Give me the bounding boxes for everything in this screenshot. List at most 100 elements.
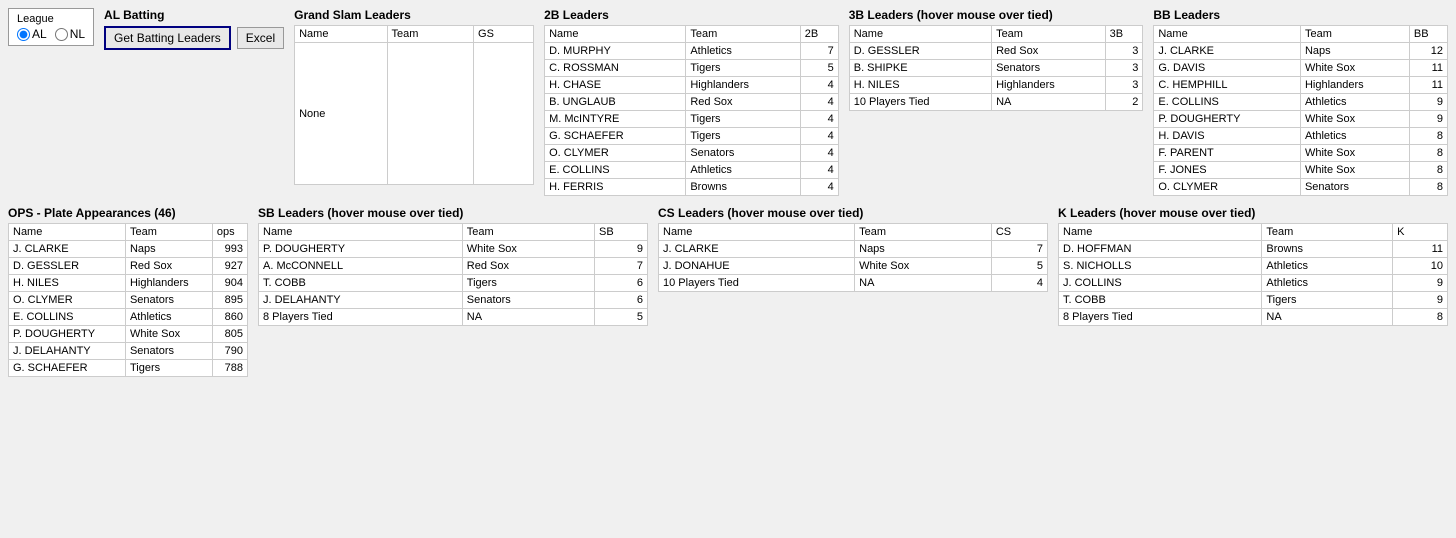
row-name: H. DAVIS	[1154, 128, 1301, 145]
grand-slam-section: Grand Slam Leaders Name Team GS None	[294, 8, 534, 185]
gs-col-gs: GS	[474, 26, 534, 43]
table-row: J. DELAHANTYSenators6	[259, 292, 648, 309]
row-val: 788	[212, 360, 247, 377]
row-team: Naps	[125, 241, 212, 258]
table-row: O. CLYMERSenators895	[9, 292, 248, 309]
radio-nl-input[interactable]	[55, 28, 68, 41]
row-name: E. COLLINS	[1154, 94, 1301, 111]
row-name: H. CHASE	[545, 77, 686, 94]
table-row: J. DELAHANTYSenators790	[9, 343, 248, 360]
row-name: H. FERRIS	[545, 179, 686, 196]
row-name: O. CLYMER	[9, 292, 126, 309]
table-row: G. SCHAEFERTigers4	[545, 128, 839, 145]
sb-col-name: Name	[259, 224, 463, 241]
row-val: 7	[595, 258, 648, 275]
cs-table: Name Team CS J. CLARKENaps7J. DONAHUEWhi…	[658, 223, 1048, 292]
row-name: A. McCONNELL	[259, 258, 463, 275]
row-name: P. DOUGHERTY	[1154, 111, 1301, 128]
row-team: Highlanders	[686, 77, 800, 94]
row-name: E. COLLINS	[545, 162, 686, 179]
row-team: Athletics	[125, 309, 212, 326]
row-val: 5	[991, 258, 1047, 275]
row-name: G. SCHAEFER	[545, 128, 686, 145]
row-name: H. NILES	[9, 275, 126, 292]
row-team: NA	[992, 94, 1106, 111]
grand-slam-table: Name Team GS None	[294, 25, 534, 185]
row-name: G. SCHAEFER	[9, 360, 126, 377]
row-team: Senators	[125, 343, 212, 360]
table-row: 8 Players TiedNA5	[259, 309, 648, 326]
table-row: S. NICHOLLSAthletics10	[1059, 258, 1448, 275]
league-label: League	[17, 13, 85, 25]
row-name: J. DELAHANTY	[259, 292, 463, 309]
table-row: H. NILESHighlanders904	[9, 275, 248, 292]
table-row: J. DONAHUEWhite Sox5	[659, 258, 1048, 275]
table-row: O. CLYMERSenators4	[545, 145, 839, 162]
table-row: H. CHASEHighlanders4	[545, 77, 839, 94]
row-val: 9	[1409, 111, 1447, 128]
row-name: G. DAVIS	[1154, 60, 1301, 77]
row-val: 4	[800, 145, 838, 162]
row-val: 8	[1409, 179, 1447, 196]
table-row: H. NILESHighlanders3	[849, 77, 1143, 94]
table-row: C. HEMPHILLHighlanders11	[1154, 77, 1448, 94]
row-team: Naps	[1300, 43, 1409, 60]
k-leaders-section: K Leaders (hover mouse over tied) Name T…	[1058, 206, 1448, 377]
row-val: 9	[595, 241, 648, 258]
row-name: C. ROSSMAN	[545, 60, 686, 77]
table-row: P. DOUGHERTYWhite Sox9	[259, 241, 648, 258]
table-row: D. MURPHYAthletics7	[545, 43, 839, 60]
league-box: League AL NL	[8, 8, 94, 46]
row-name: J. CLARKE	[1154, 43, 1301, 60]
row-team: Athletics	[1300, 94, 1409, 111]
row-name: M. McINTYRE	[545, 111, 686, 128]
table-row: M. McINTYRETigers4	[545, 111, 839, 128]
cs-col-val: CS	[991, 224, 1047, 241]
radio-nl[interactable]: NL	[55, 27, 85, 41]
get-batting-leaders-button[interactable]: Get Batting Leaders	[104, 26, 231, 50]
2b-col-team: Team	[686, 26, 800, 43]
row-val: 9	[1393, 292, 1448, 309]
ops-col-name: Name	[9, 224, 126, 241]
cs-col-name: Name	[659, 224, 855, 241]
row-val: 993	[212, 241, 247, 258]
excel-button[interactable]: Excel	[237, 27, 284, 49]
radio-al-input[interactable]	[17, 28, 30, 41]
row-name: 10 Players Tied	[849, 94, 991, 111]
row-val: 5	[800, 60, 838, 77]
table-row: F. PARENTWhite Sox8	[1154, 145, 1448, 162]
row-val: 8	[1409, 145, 1447, 162]
row-val: 6	[595, 292, 648, 309]
row-val: 904	[212, 275, 247, 292]
3b-col-name: Name	[849, 26, 991, 43]
row-name: 10 Players Tied	[659, 275, 855, 292]
sb-leaders-section: SB Leaders (hover mouse over tied) Name …	[258, 206, 648, 377]
row-team: White Sox	[125, 326, 212, 343]
row-name: D. HOFFMAN	[1059, 241, 1262, 258]
table-row: D. GESSLERRed Sox3	[849, 43, 1143, 60]
row-name: F. PARENT	[1154, 145, 1301, 162]
row-name: J. CLARKE	[9, 241, 126, 258]
row-val: 895	[212, 292, 247, 309]
row-name: P. DOUGHERTY	[259, 241, 463, 258]
bottom-tables-row: OPS - Plate Appearances (46) Name Team o…	[8, 206, 1448, 377]
row-val: 3	[1105, 60, 1143, 77]
row-name: C. HEMPHILL	[1154, 77, 1301, 94]
row-val: 9	[1409, 94, 1447, 111]
row-team: Red Sox	[686, 94, 800, 111]
row-team: White Sox	[1300, 145, 1409, 162]
row-team	[387, 43, 474, 185]
radio-al[interactable]: AL	[17, 27, 47, 41]
row-team: Naps	[855, 241, 992, 258]
row-name: T. COBB	[1059, 292, 1262, 309]
row-name: D. MURPHY	[545, 43, 686, 60]
table-row: P. DOUGHERTYWhite Sox805	[9, 326, 248, 343]
row-val: 790	[212, 343, 247, 360]
row-val: 11	[1409, 60, 1447, 77]
row-val: 4	[800, 77, 838, 94]
radio-al-label: AL	[32, 27, 47, 41]
table-row: E. COLLINSAthletics4	[545, 162, 839, 179]
row-team: Highlanders	[125, 275, 212, 292]
row-val: 11	[1409, 77, 1447, 94]
al-batting-section: AL Batting Get Batting Leaders Excel	[104, 8, 284, 50]
